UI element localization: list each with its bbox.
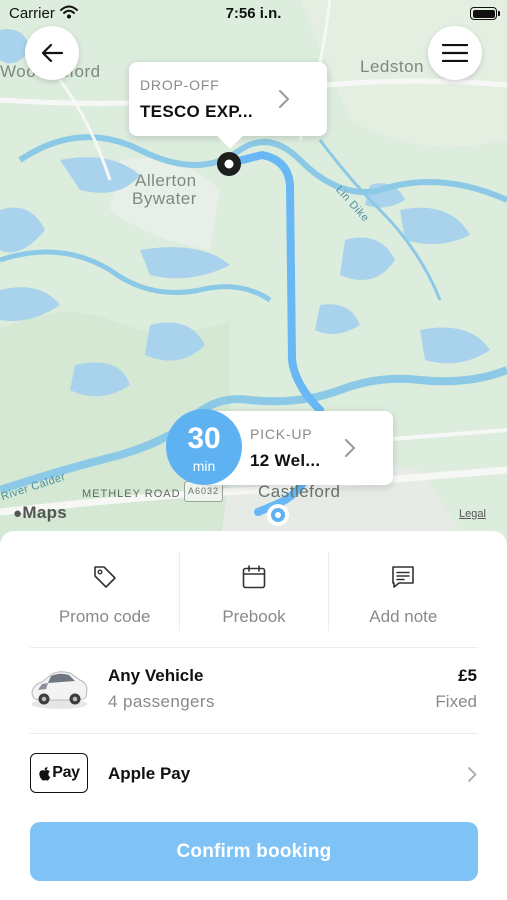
tag-icon xyxy=(93,566,116,588)
hamburger-icon xyxy=(442,44,468,62)
dropoff-callout[interactable]: DROP-OFF TESCO EXP... xyxy=(129,62,327,149)
status-bar: Carrier 7:56 i.n. xyxy=(0,0,507,28)
arrow-left-icon xyxy=(41,43,64,63)
add-note-label: Add note xyxy=(369,607,438,626)
note-icon xyxy=(392,566,415,588)
vehicle-passengers: 4 passengers xyxy=(108,692,215,711)
back-button[interactable] xyxy=(25,26,79,80)
eta-value: 30 xyxy=(187,422,221,455)
prebook-label: Prebook xyxy=(222,607,286,626)
price: £5 xyxy=(458,666,477,685)
vehicle-row[interactable]: Any Vehicle 4 passengers £5 Fixed xyxy=(0,648,507,734)
dropoff-address: TESCO EXP... xyxy=(140,102,253,121)
eta-badge: 30 min xyxy=(166,409,242,485)
apple-logo-icon xyxy=(39,766,51,781)
map-label-methley-road: METHLEY ROAD xyxy=(82,488,181,500)
legal-link[interactable]: Legal xyxy=(459,508,486,520)
maps-attribution: ●Maps xyxy=(13,503,68,522)
vehicle-name: Any Vehicle xyxy=(108,666,204,685)
prebook-button[interactable]: Prebook xyxy=(179,551,328,631)
apple-pay-badge-text: Pay xyxy=(52,764,80,781)
car-icon xyxy=(31,671,88,709)
booking-sheet: Promo code Prebook Add note Any Vehicle … xyxy=(0,531,507,900)
payment-method-row[interactable]: Pay Apple Pay xyxy=(0,734,507,814)
payment-method-label: Apple Pay xyxy=(108,764,191,783)
divider xyxy=(179,551,180,631)
dropoff-label: DROP-OFF xyxy=(140,77,220,93)
quick-actions: Promo code Prebook Add note xyxy=(30,551,478,631)
add-note-button[interactable]: Add note xyxy=(329,551,478,631)
map-label-allerton: Allerton xyxy=(135,171,197,190)
confirm-booking-button[interactable]: Confirm booking xyxy=(30,822,478,881)
price-type: Fixed xyxy=(435,692,477,711)
map-label-ledston: Ledston xyxy=(360,57,424,76)
chevron-right-icon xyxy=(468,767,477,782)
chevron-right-icon xyxy=(279,90,289,108)
apple-logo-icon: ● xyxy=(13,505,23,522)
clock: 7:56 i.n. xyxy=(225,5,282,22)
map-label-bywater: Bywater xyxy=(132,189,197,208)
eta-unit: min xyxy=(192,458,216,474)
chevron-right-icon xyxy=(345,439,355,457)
menu-button[interactable] xyxy=(428,26,482,80)
divider xyxy=(328,551,329,631)
pickup-address: 12 Wel... xyxy=(250,451,321,470)
promo-code-label: Promo code xyxy=(58,607,151,626)
calendar-icon xyxy=(242,565,266,589)
promo-code-button[interactable]: Promo code xyxy=(30,551,179,631)
pickup-label: PICK-UP xyxy=(250,426,313,442)
battery-icon xyxy=(470,7,500,20)
apple-pay-badge: Pay xyxy=(30,753,88,793)
